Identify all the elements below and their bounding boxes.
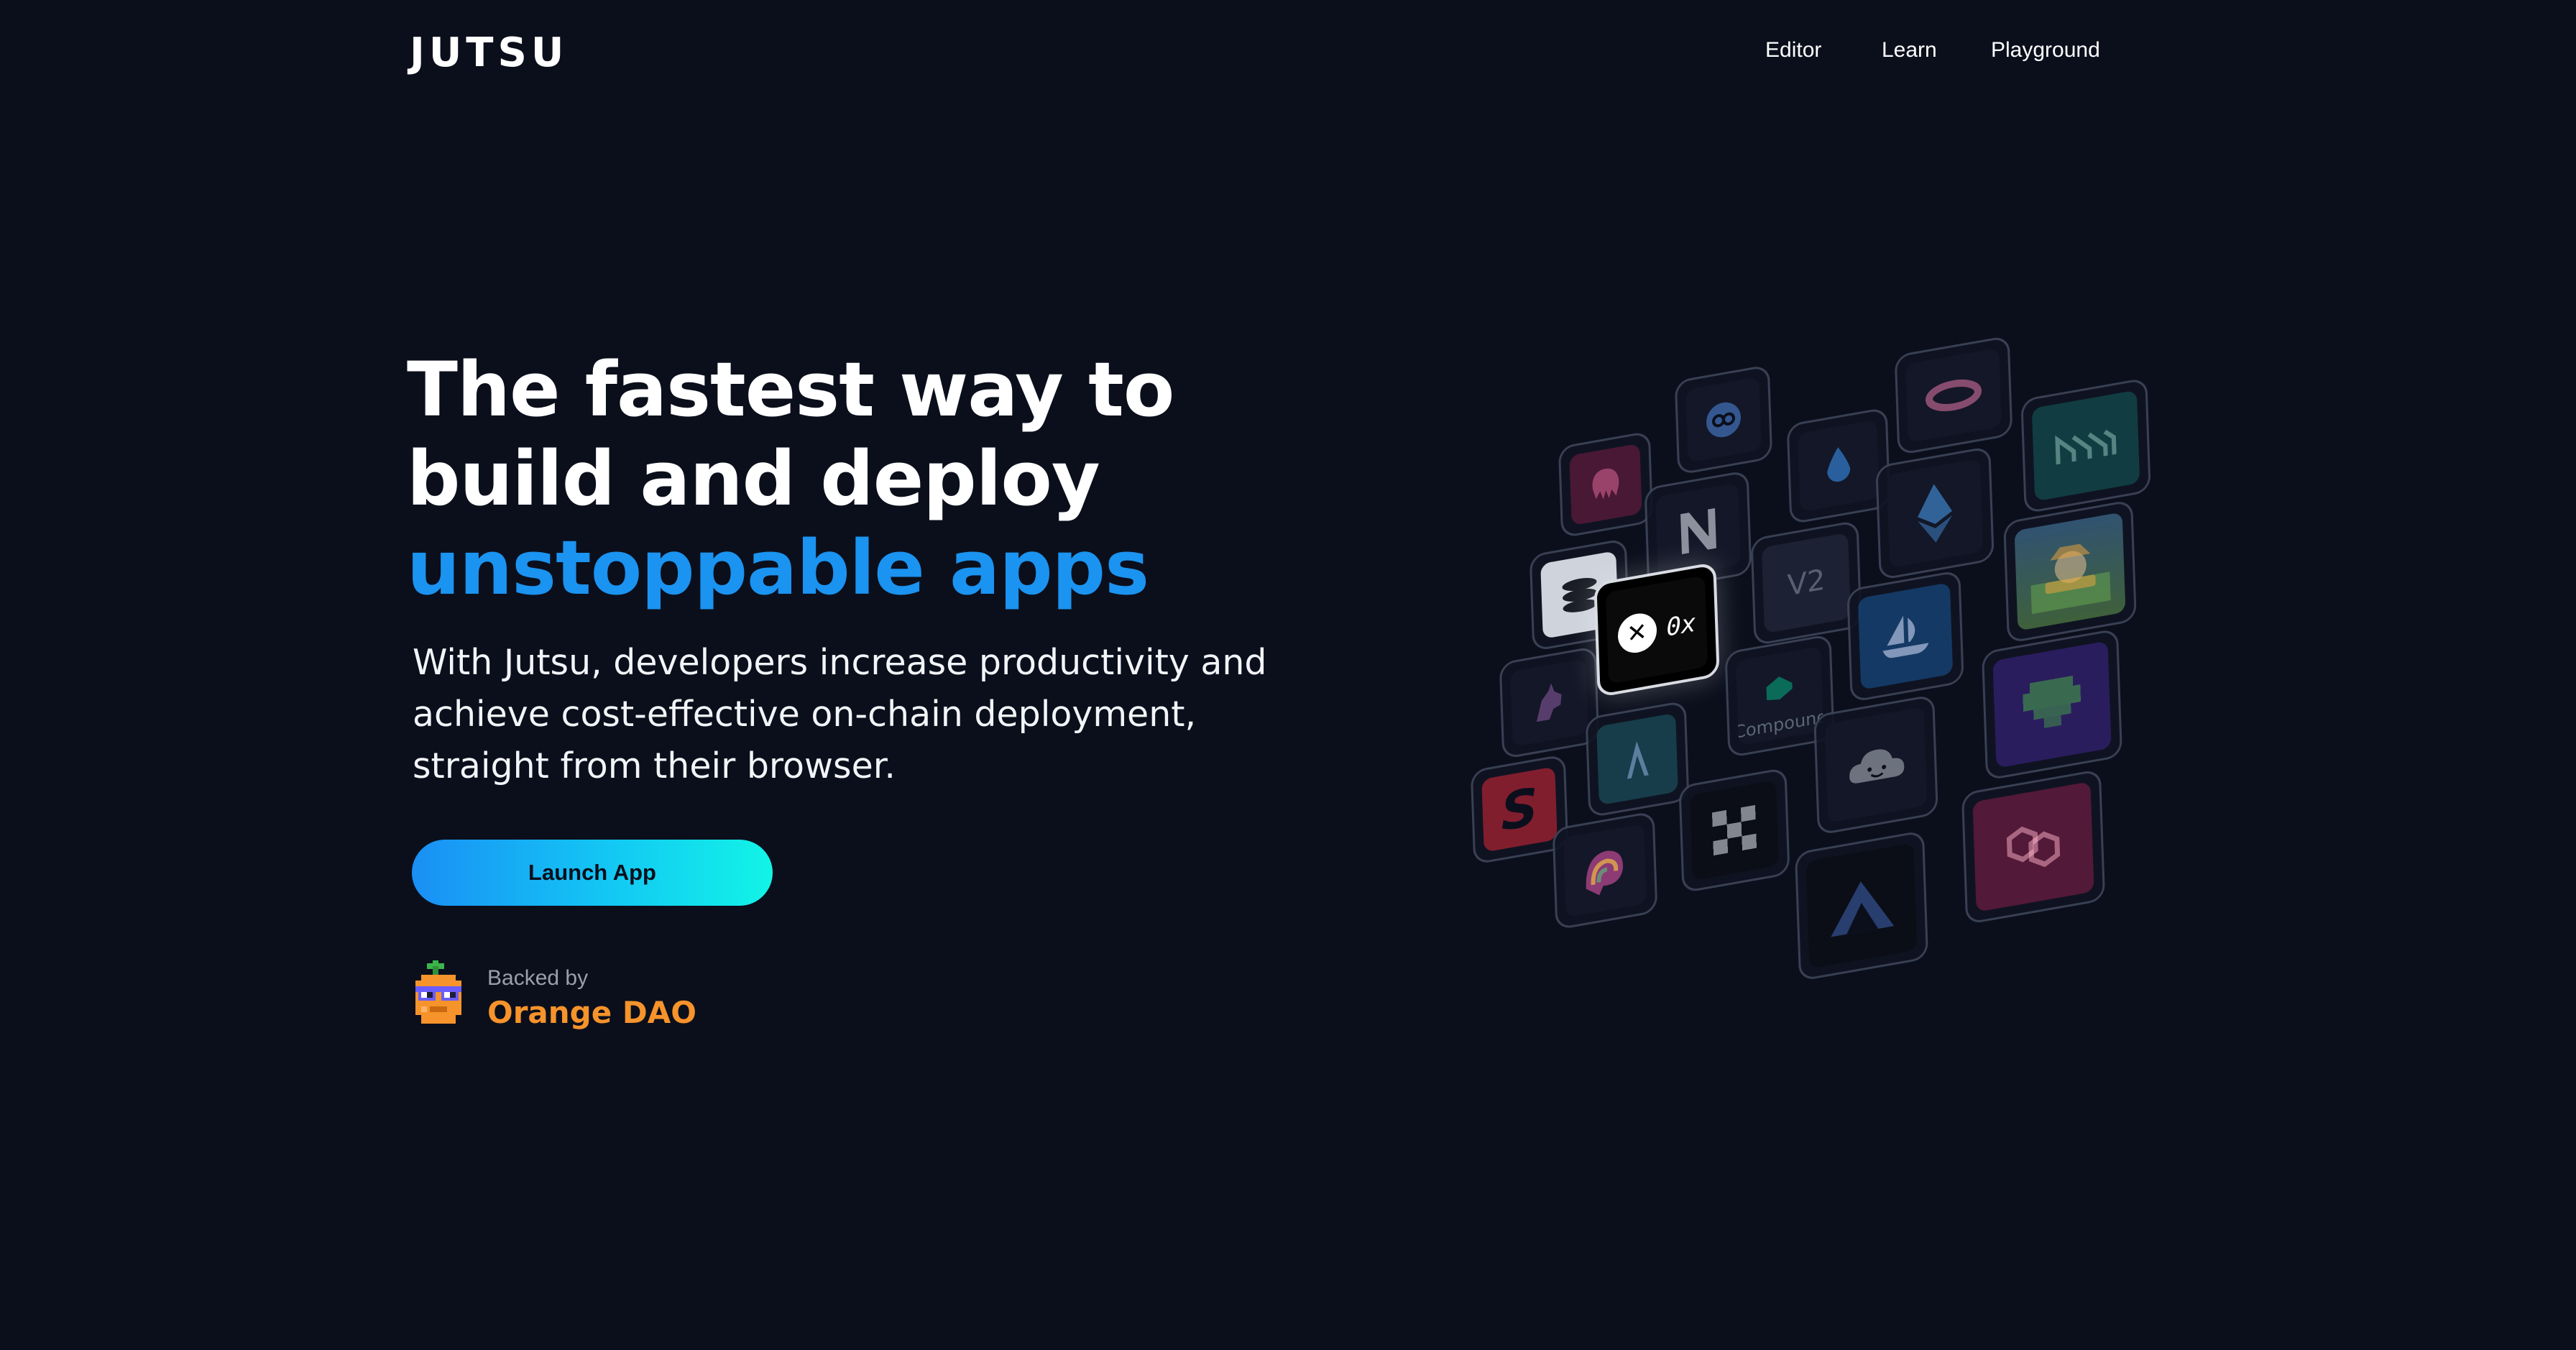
polygon-tile [1961,768,2106,925]
zero-x-label: 0x [1665,608,1697,643]
zero-x-icon: ✕ [1616,610,1657,656]
hero-subtitle-line-1: With Jutsu, developers increase producti… [413,642,1267,683]
rainbow-icon [1586,850,1624,896]
jutsu-logo[interactable]: JUTSU [410,27,568,79]
v2-label: V2 [1786,563,1826,603]
zero-x-tile[interactable]: ✕ 0x [1593,561,1720,698]
cloud-face-tile [1813,694,1938,836]
nav-link-playground[interactable]: Playground [1991,35,2100,66]
ethereum-icon [1918,484,1953,543]
hero-headline: The fastest way to build and deploy unst… [407,345,1485,612]
cloud-face-icon [1849,749,1905,784]
hero-headline-accent: unstoppable apps [407,524,1149,612]
gem-tile [1981,628,2123,781]
coinmarketcap-tile [1674,364,1773,476]
nav-link-learn[interactable]: Learn [1882,35,1937,66]
farmers-world-tile [2003,499,2137,644]
near-icon [1680,508,1716,554]
lido-tile [1786,407,1891,525]
maker-tile [2020,377,2151,514]
backed-by-label: Backed by [487,966,589,990]
orange-dao-icon [415,960,461,1024]
top-navigation-bar: JUTSU Editor Learn Playground [0,0,2576,108]
lido-icon [1827,447,1851,482]
unicorn-tile [1499,646,1600,760]
arbitrum-icon [1831,881,1895,937]
hero-subtitle: With Jutsu, developers increase producti… [413,637,1347,792]
orbit-icon [1926,379,1982,412]
gem-icon [2023,675,2082,728]
hero-subtitle-line-3: straight from their browser. [413,745,896,786]
hero-headline-line-2: build and deploy [407,435,1100,523]
compound-icon [1766,676,1793,701]
integrations-tile-grid: S ✕ 0x V2 Compound [1430,316,2192,1006]
hero-headline-line-1: The fastest way to [407,346,1174,433]
v2-tile: V2 [1750,520,1862,646]
opensea-icon [1882,615,1929,658]
hero-subtitle-line-2: achieve cost-effective on-chain deployme… [413,694,1197,735]
unicorn-icon [1536,683,1562,722]
opensea-tile [1846,569,1964,703]
ethereum-tile [1875,446,1995,581]
launch-app-button[interactable]: Launch App [412,840,773,906]
kraken-icon [1592,468,1619,500]
compound-label: Compound [1735,706,1824,743]
orange-dao-link[interactable]: Orange DAO [487,993,696,1032]
aave-tile [1585,700,1690,818]
farmers-world-icon [2030,543,2111,615]
pixel-x-tile [1678,767,1790,894]
arbitrum-tile [1794,830,1929,982]
kraken-tile [1558,431,1654,538]
pixel-x-icon [1711,804,1757,856]
maker-icon [2055,429,2117,465]
nav-link-editor[interactable]: Editor [1765,35,1821,66]
polygon-icon [2006,826,2061,868]
synthetix-icon: S [1499,776,1540,843]
aave-icon [1627,741,1649,779]
coinmarketcap-icon [1706,402,1741,438]
orbit-tile [1894,335,2013,456]
rainbow-tile [1552,810,1658,931]
backed-by-section: Backed by Orange DAO [410,958,841,1037]
